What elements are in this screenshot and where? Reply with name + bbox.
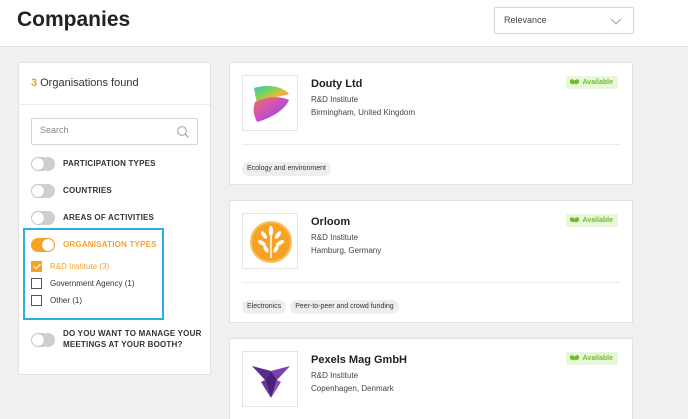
- company-card-pexels[interactable]: Pexels Mag GmbH R&D Institute Copenhagen…: [229, 338, 633, 419]
- top-bar: Companies Relevance: [0, 0, 688, 47]
- company-type: R&D Institute: [311, 233, 359, 242]
- filter-participation-types[interactable]: PARTICIPATION TYPES: [31, 156, 201, 172]
- toggle-switch[interactable]: [31, 157, 55, 171]
- card-divider: [242, 144, 620, 145]
- company-logo: [242, 75, 298, 131]
- filter-countries[interactable]: COUNTRIES: [31, 183, 201, 199]
- company-logo: [242, 213, 298, 269]
- filter-areas-of-activities[interactable]: AREAS OF ACTIVITIES: [31, 210, 201, 226]
- status-text: Available: [582, 355, 613, 362]
- filter-label: PARTICIPATION TYPES: [63, 159, 156, 168]
- search-box: [31, 118, 198, 145]
- toggle-switch[interactable]: [31, 184, 55, 198]
- gradient-wave-logo-icon: [253, 86, 289, 122]
- page-title: Companies: [17, 8, 131, 31]
- search-input[interactable]: [40, 125, 170, 135]
- toggle-switch[interactable]: [31, 333, 55, 347]
- status-text: Available: [582, 79, 613, 86]
- results-count: 3 Organisations found: [31, 77, 139, 89]
- company-location: Copenhagen, Denmark: [311, 384, 394, 393]
- company-name[interactable]: Orloom: [311, 216, 350, 228]
- handshake-icon: [569, 217, 579, 223]
- company-logo: [242, 351, 298, 407]
- filter-panel: 3Organisations found PARTICIPATION TYPES…: [18, 62, 211, 375]
- search-icon[interactable]: [176, 125, 190, 139]
- company-name[interactable]: Douty Ltd: [311, 78, 362, 90]
- chevron-down-icon: [610, 18, 622, 25]
- filter-meetings[interactable]: DO YOU WANT TO MANAGE YOUR MEETINGS AT Y…: [31, 329, 201, 349]
- toggle-switch[interactable]: [31, 211, 55, 225]
- status-badge: Available: [565, 352, 618, 365]
- handshake-icon: [569, 79, 579, 85]
- filter-label: DO YOU WANT TO MANAGE YOUR MEETINGS AT Y…: [63, 329, 202, 349]
- filter-label: AREAS OF ACTIVITIES: [63, 213, 155, 222]
- tag-list: Ecology and environment: [242, 157, 335, 176]
- filter-label: COUNTRIES: [63, 186, 112, 195]
- handshake-icon: [569, 355, 579, 361]
- sort-selected-value: Relevance: [504, 15, 547, 25]
- company-name[interactable]: Pexels Mag GmbH: [311, 354, 407, 366]
- card-divider: [242, 282, 620, 283]
- company-location: Hamburg, Germany: [311, 246, 382, 255]
- status-text: Available: [582, 217, 613, 224]
- company-type: R&D Institute: [311, 95, 359, 104]
- company-card-orloom[interactable]: Orloom R&D Institute Hamburg, Germany Av…: [229, 200, 633, 323]
- tag-list: Electronics Peer-to-peer and crowd fundin…: [242, 295, 403, 314]
- purple-triangle-logo-icon: [252, 366, 290, 398]
- tag[interactable]: Ecology and environment: [242, 162, 331, 176]
- highlight-box: [23, 228, 164, 320]
- orange-leaf-logo-icon: [250, 221, 292, 263]
- results-count-number: 3: [31, 77, 38, 89]
- status-badge: Available: [565, 214, 618, 227]
- panel-divider: [19, 104, 210, 105]
- tag[interactable]: Peer-to-peer and crowd funding: [290, 300, 399, 314]
- sort-select[interactable]: Relevance: [494, 7, 634, 34]
- tag[interactable]: Electronics: [242, 300, 287, 314]
- results-count-label: Organisations found: [40, 77, 139, 89]
- company-location: Birmingham, United Kingdom: [311, 108, 416, 117]
- company-card-douty[interactable]: Douty Ltd R&D Institute Birmingham, Unit…: [229, 62, 633, 185]
- status-badge: Available: [565, 76, 618, 89]
- company-type: R&D Institute: [311, 371, 359, 380]
